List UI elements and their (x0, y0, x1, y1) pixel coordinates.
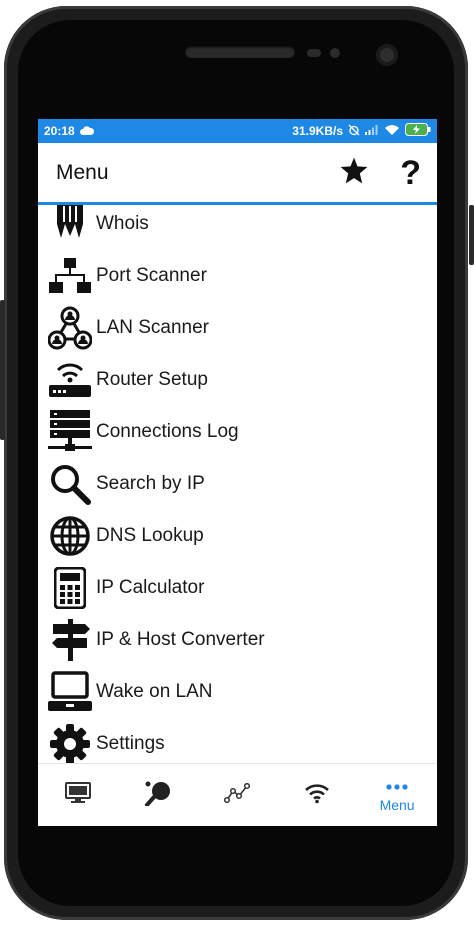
volume-button (0, 300, 5, 440)
calculator-icon (48, 566, 92, 610)
globe-icon (48, 514, 92, 558)
menu-item-label: Router Setup (96, 369, 208, 390)
nav-device-info[interactable] (38, 764, 118, 826)
menu-item-label: Connections Log (96, 421, 239, 442)
status-time: 20:18 (44, 124, 75, 138)
more-dots-icon (385, 777, 409, 795)
help-icon[interactable]: ? (400, 156, 421, 190)
ping-pong-icon (144, 780, 172, 811)
wifi-status-icon (384, 124, 400, 139)
menu-item-port-scanner[interactable]: Port Scanner (38, 250, 437, 302)
front-camera (376, 44, 398, 66)
traceroute-icon (224, 782, 251, 808)
laptop-icon (48, 670, 92, 714)
nav-traceroute[interactable] (198, 764, 278, 826)
status-network-speed: 31.9KB/s (292, 124, 343, 138)
power-button (469, 205, 474, 265)
wifi-icon (304, 782, 330, 809)
star-icon[interactable] (340, 157, 368, 189)
menu-item-label: Whois (96, 213, 149, 234)
monitor-icon (64, 781, 91, 809)
search-icon (48, 462, 92, 506)
nav-menu[interactable]: Menu (357, 764, 437, 826)
menu-item-label: Settings (96, 733, 165, 754)
menu-item-ip-host-converter[interactable]: IP & Host Converter (38, 614, 437, 666)
signpost-icon (48, 618, 92, 662)
menu-item-label: Search by IP (96, 473, 205, 494)
menu-item-label: Wake on LAN (96, 681, 213, 702)
menu-item-ip-calculator[interactable]: IP Calculator (38, 562, 437, 614)
menu-item-label: LAN Scanner (96, 317, 210, 338)
menu-list: Whois Port Scanner LAN Scanner Router Se… (38, 205, 437, 765)
connections-log-icon (48, 410, 92, 454)
menu-item-label: DNS Lookup (96, 525, 204, 546)
nav-wifi[interactable] (277, 764, 357, 826)
earpiece-speaker (185, 46, 295, 58)
menu-item-lan-scanner[interactable]: LAN Scanner (38, 302, 437, 354)
menu-item-search-by-ip[interactable]: Search by IP (38, 458, 437, 510)
nav-ping[interactable] (118, 764, 198, 826)
gear-icon (48, 722, 92, 765)
alarm-off-icon (348, 124, 360, 139)
menu-item-label: Port Scanner (96, 265, 207, 286)
light-sensor (330, 48, 340, 58)
cloud-icon (79, 124, 94, 138)
lan-scanner-icon (48, 306, 92, 350)
menu-item-wake-on-lan[interactable]: Wake on LAN (38, 666, 437, 718)
signal-icon (365, 124, 379, 138)
app-bar: Menu ? (38, 143, 437, 205)
battery-icon (405, 123, 431, 139)
menu-item-label: IP Calculator (96, 577, 205, 598)
router-icon (48, 358, 92, 402)
status-bar: 20:18 31.9KB/s (38, 119, 437, 143)
menu-item-settings[interactable]: Settings (38, 718, 437, 765)
menu-item-whois[interactable]: Whois (38, 205, 437, 250)
nav-menu-label: Menu (379, 797, 415, 813)
menu-item-dns-lookup[interactable]: DNS Lookup (38, 510, 437, 562)
page-title: Menu (56, 160, 109, 184)
menu-item-router-setup[interactable]: Router Setup (38, 354, 437, 406)
menu-item-label: IP & Host Converter (96, 629, 265, 650)
app-screen: 20:18 31.9KB/s Menu ? Whois Port Scanner… (38, 119, 437, 826)
menu-item-connections-log[interactable]: Connections Log (38, 406, 437, 458)
whois-icon (48, 205, 92, 246)
proximity-sensor (307, 49, 321, 57)
bottom-nav: Menu (38, 763, 437, 826)
port-scanner-icon (48, 254, 92, 298)
